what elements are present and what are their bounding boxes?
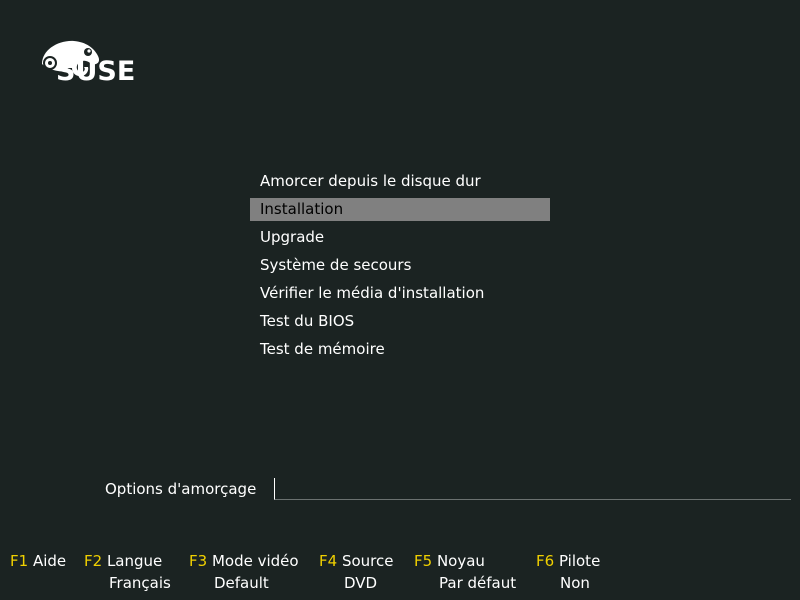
menu-item[interactable]: Test du BIOS [250,310,550,333]
fkey-line: F6 Pilote [536,550,600,572]
fkey-f2[interactable]: F2 Langue Français [84,550,171,592]
boot-options-input[interactable] [274,478,791,500]
boot-options: Options d'amorçage [105,478,791,502]
fkey-key: F2 [84,552,103,570]
fkey-value: Par défaut [439,574,517,592]
fkey-line: F3 Mode vidéo [189,550,299,572]
fkey-line: F1 Aide [10,550,66,572]
fkey-label: Mode vidéo [211,552,299,570]
fkey-value: DVD [344,574,378,592]
fkey-line: F4 Source [319,550,393,572]
fkey-label: Source [341,552,394,570]
fkey-key: F5 [414,552,433,570]
boot-options-label: Options d'amorçage [105,480,257,498]
fkey-f3[interactable]: F3 Mode vidéo Default [189,550,299,592]
fkey-label: Langue [106,552,163,570]
boot-menu: Amorcer depuis le disque dur Installation… [250,170,550,366]
fkey-key: F3 [189,552,208,570]
fkey-key: F4 [319,552,338,570]
menu-item[interactable]: Test de mémoire [250,338,550,361]
suse-logo: SUSE [38,38,148,90]
fkey-key: F1 [10,552,29,570]
fkey-f5[interactable]: F5 Noyau Par défaut [414,550,516,592]
function-key-bar: F1 Aide F2 Langue Français F3 Mode vidéo Def… [0,550,800,600]
fkey-f6[interactable]: F6 Pilote Non [536,550,600,592]
menu-item[interactable]: Système de secours [250,254,550,277]
fkey-label: Pilote [558,552,601,570]
fkey-value: Default [214,574,269,592]
fkey-f1[interactable]: F1 Aide [10,550,66,572]
logo-wordmark: SUSE [56,56,136,87]
fkey-line: F2 Langue [84,550,162,572]
fkey-key: F6 [536,552,555,570]
fkey-value: Français [109,574,171,592]
fkey-label: Noyau [436,552,485,570]
menu-item[interactable]: Amorcer depuis le disque dur [250,170,550,193]
menu-item[interactable]: Upgrade [250,226,550,249]
fkey-value: Non [560,574,590,592]
menu-item[interactable]: Vérifier le média d'installation [250,282,550,305]
fkey-line: F5 Noyau [414,550,485,572]
fkey-label: Aide [32,552,67,570]
menu-item[interactable]: Installation [250,198,550,221]
fkey-f4[interactable]: F4 Source DVD [319,550,393,592]
